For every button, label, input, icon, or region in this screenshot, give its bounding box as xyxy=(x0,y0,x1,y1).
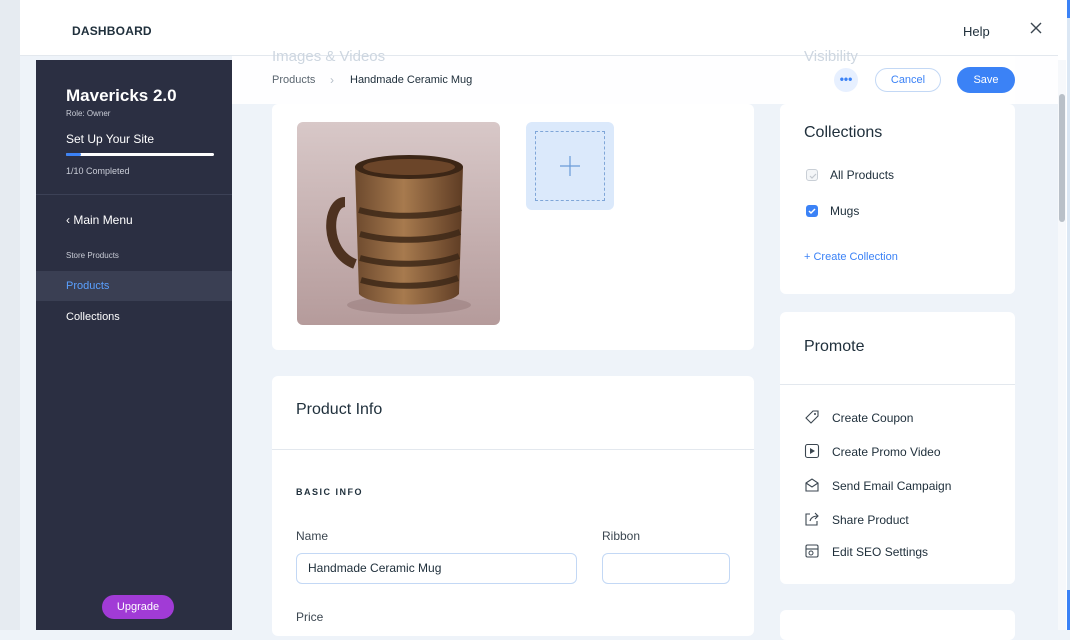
collections-title: Collections xyxy=(804,124,883,141)
edit-seo-settings-link[interactable]: Edit SEO Settings xyxy=(804,543,1004,561)
checkbox-checked[interactable] xyxy=(806,205,818,217)
price-label: Price xyxy=(296,610,324,624)
cancel-button[interactable]: Cancel xyxy=(875,68,941,92)
user-role: Role: Owner xyxy=(66,109,111,118)
scrollbar-thumb[interactable] xyxy=(1059,94,1065,222)
share-icon xyxy=(805,512,819,526)
name-label: Name xyxy=(296,529,329,543)
ribbon-field[interactable] xyxy=(602,553,730,584)
product-info-title: Product Info xyxy=(296,401,383,418)
create-coupon-link[interactable]: Create Coupon xyxy=(804,409,1004,427)
top-bar: DASHBOARD Help xyxy=(20,0,1058,56)
help-link[interactable]: Help xyxy=(963,24,990,39)
media-section-heading: Images & Videos xyxy=(272,48,386,65)
breadcrumb: Products › Handmade Ceramic Mug xyxy=(272,73,472,87)
visibility-heading: Visibility xyxy=(804,48,858,65)
more-actions-button[interactable]: ••• xyxy=(834,68,858,92)
breadcrumb-current: Handmade Ceramic Mug xyxy=(350,74,473,86)
card-divider xyxy=(272,449,754,450)
sidebar-divider xyxy=(36,194,232,195)
checkbox-disabled[interactable] xyxy=(806,169,818,181)
upgrade-button[interactable]: Upgrade xyxy=(102,595,174,619)
email-icon xyxy=(805,478,819,492)
play-icon xyxy=(804,443,820,459)
setup-progress-bar xyxy=(66,153,214,156)
promote-title: Promote xyxy=(804,338,865,355)
dashboard-title[interactable]: DASHBOARD xyxy=(72,24,152,38)
send-email-campaign-link[interactable]: Send Email Campaign xyxy=(804,477,1004,495)
promote-label: Create Promo Video xyxy=(832,445,941,459)
setup-status: 1/10 Completed xyxy=(66,166,130,176)
setup-progress-fill xyxy=(66,153,81,156)
main-menu-link[interactable]: ‹ Main Menu xyxy=(66,213,133,227)
setup-link[interactable]: Set Up Your Site xyxy=(66,132,154,146)
promote-label: Create Coupon xyxy=(832,411,914,425)
create-promo-video-link[interactable]: Create Promo Video xyxy=(804,443,1004,461)
chevron-right-icon: › xyxy=(330,73,334,87)
collection-label: All Products xyxy=(830,168,895,182)
tag-icon xyxy=(805,410,819,424)
media-card xyxy=(272,104,754,350)
breadcrumb-products[interactable]: Products xyxy=(272,74,315,86)
check-icon xyxy=(809,173,817,179)
sidebar: Mavericks 2.0 Role: Owner Set Up Your Si… xyxy=(36,60,232,630)
product-image[interactable] xyxy=(297,122,500,325)
collections-card: Collections All Products Mugs + Create C… xyxy=(780,104,1015,294)
name-field[interactable]: Handmade Ceramic Mug xyxy=(296,553,577,584)
close-icon[interactable] xyxy=(1026,18,1046,38)
share-product-link[interactable]: Share Product xyxy=(804,511,1004,529)
promote-label: Send Email Campaign xyxy=(832,479,952,493)
ribbon-label: Ribbon xyxy=(602,529,641,543)
seo-icon xyxy=(805,544,819,558)
create-collection-link[interactable]: + Create Collection xyxy=(804,251,898,263)
sidebar-section-title: Store Products xyxy=(66,251,119,260)
header-action-bar: Images & Videos Visibility Products › Ha… xyxy=(232,48,1058,104)
site-name: Mavericks 2.0 xyxy=(66,86,177,105)
sidebar-item-products[interactable]: Products xyxy=(36,271,232,301)
page-left-edge xyxy=(0,0,20,630)
product-info-card: Product Info BASIC INFO Name Ribbon Hand… xyxy=(272,376,754,636)
promote-label: Share Product xyxy=(832,513,909,527)
sidebar-item-label: Products xyxy=(66,280,110,292)
add-media-button[interactable] xyxy=(526,122,614,210)
promote-label: Edit SEO Settings xyxy=(832,545,929,559)
save-button[interactable]: Save xyxy=(957,67,1015,93)
promote-card: Promote Create Coupon Create Promo Video… xyxy=(780,312,1015,584)
sidebar-item-collections[interactable]: Collections xyxy=(66,311,120,323)
main-menu-label: Main Menu xyxy=(73,213,133,227)
plus-icon xyxy=(560,156,580,176)
next-card xyxy=(780,610,1015,640)
check-icon xyxy=(808,208,816,215)
card-divider xyxy=(780,384,1015,385)
collection-label: Mugs xyxy=(830,204,860,218)
basic-info-heading: BASIC INFO xyxy=(296,487,364,497)
